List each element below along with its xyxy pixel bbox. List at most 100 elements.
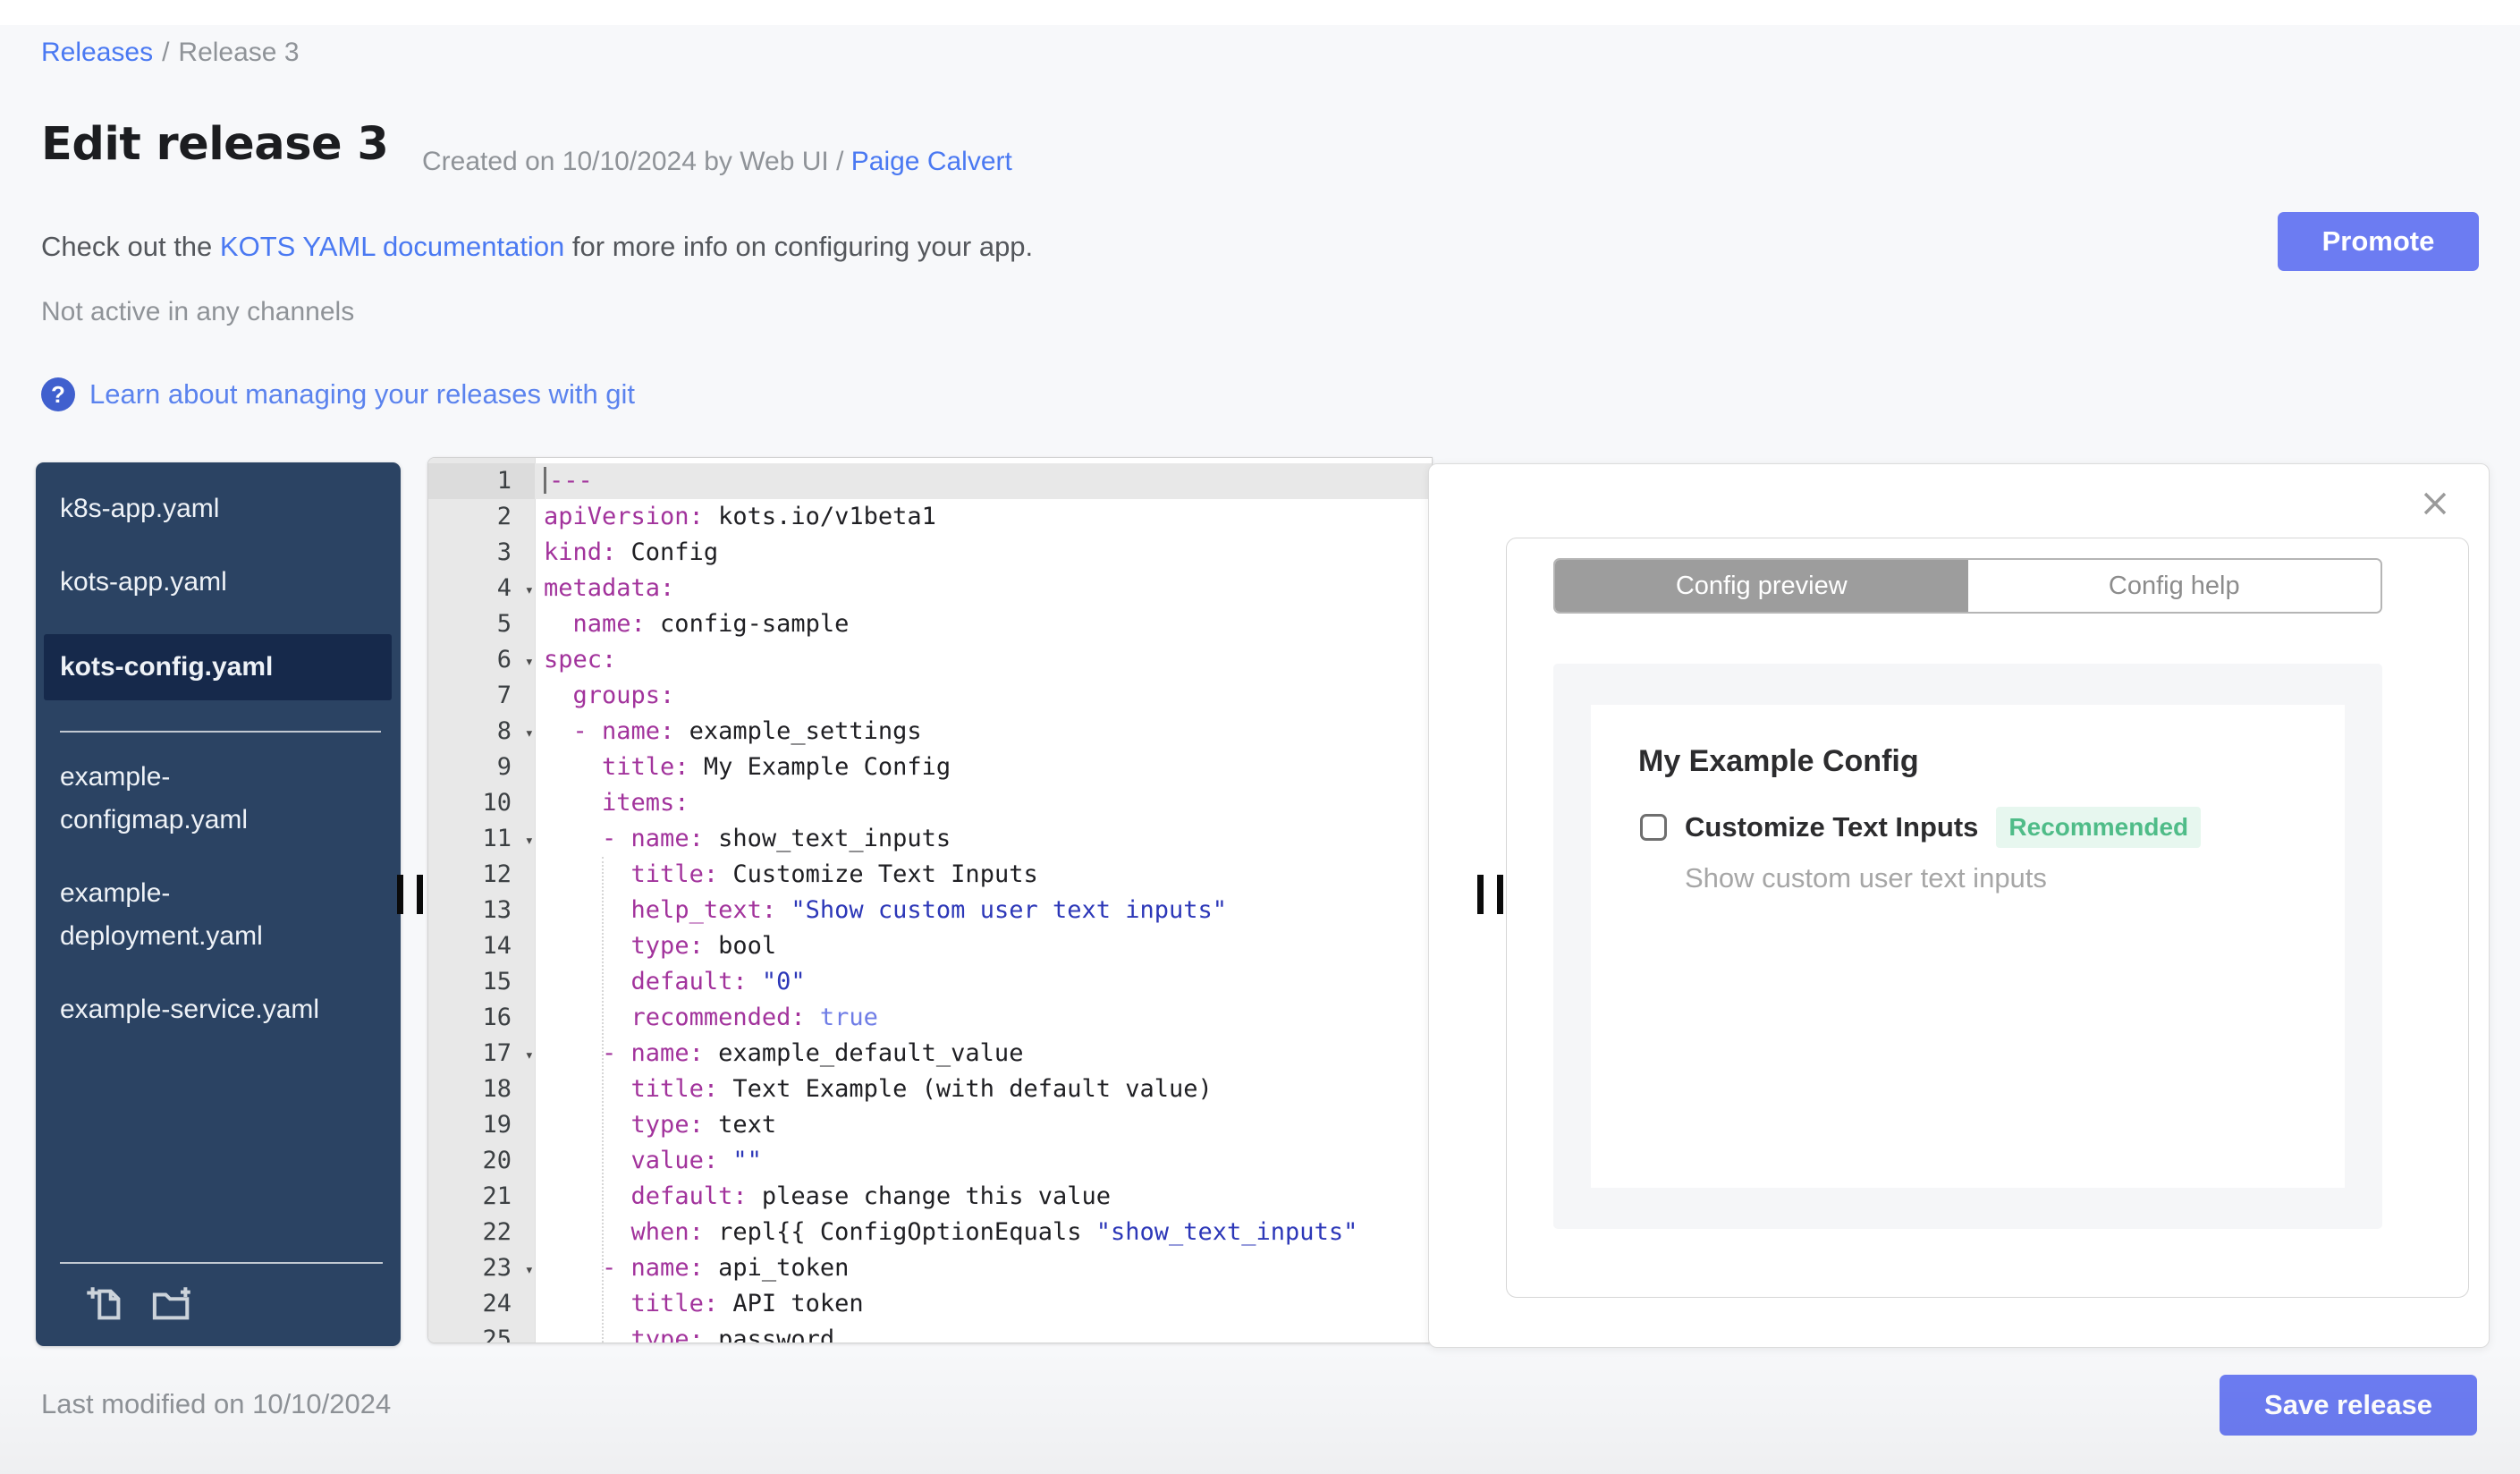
code-text: groups:	[572, 682, 675, 709]
line-number: 14	[482, 932, 512, 960]
line-number: 1	[428, 463, 535, 499]
add-folder-icon[interactable]	[149, 1283, 196, 1325]
code-line-13[interactable]: 13 help_text: "Show custom user text inp…	[428, 893, 1432, 928]
page-title: Edit release 3	[41, 118, 389, 171]
code-line-5[interactable]: 5 name: config-sample	[428, 606, 1432, 642]
code-line-17[interactable]: 17 ▾ - name: example_default_value	[428, 1036, 1432, 1072]
question-mark-icon[interactable]: ?	[41, 377, 75, 411]
line-number: 22	[482, 1218, 512, 1246]
close-icon[interactable]	[2419, 487, 2451, 520]
code-text: value: ""	[630, 1147, 762, 1174]
code-line-16[interactable]: 16 recommended: true	[428, 1000, 1432, 1036]
code-text: name: config-sample	[572, 610, 850, 638]
created-by-link[interactable]: Paige Calvert	[851, 147, 1012, 176]
doc-prefix: Check out the	[41, 231, 220, 262]
kots-yaml-doc-link[interactable]: KOTS YAML documentation	[220, 231, 564, 262]
file-item-example-service.yaml[interactable]: example-service.yaml	[60, 988, 337, 1031]
doc-suffix: for more info on configuring your app.	[564, 231, 1034, 262]
line-number: 6 ▾	[428, 642, 535, 678]
tab-config-preview[interactable]: Config preview	[1555, 560, 1968, 612]
add-file-icon[interactable]	[85, 1283, 126, 1325]
yaml-code-editor[interactable]: 1 --- 2 apiVersion: kots.io/v1beta1 3 kind: C…	[427, 457, 1433, 1343]
fold-arrow-icon[interactable]: ▾	[525, 644, 534, 680]
line-number: 24	[482, 1290, 512, 1317]
git-releases-link[interactable]: Learn about managing your releases with …	[89, 378, 635, 411]
code-text: metadata:	[544, 574, 675, 602]
tab-config-help[interactable]: Config help	[1967, 560, 2380, 612]
config-group-title: My Example Config	[1638, 744, 1919, 778]
code-line-6[interactable]: 6 ▾ spec:	[428, 642, 1432, 678]
save-release-button[interactable]: Save release	[2220, 1375, 2477, 1436]
fold-arrow-icon[interactable]: ▾	[525, 823, 534, 859]
code-line-14[interactable]: 14 type: bool	[428, 928, 1432, 964]
config-item-row: Customize Text Inputs Recommended	[1640, 807, 2202, 848]
breadcrumb-releases-link[interactable]: Releases	[41, 38, 153, 67]
code-line-25[interactable]: 25 type: password	[428, 1322, 1432, 1343]
code-text: type: password	[630, 1326, 835, 1343]
code-line-11[interactable]: 11 ▾ - name: show_text_inputs	[428, 821, 1432, 857]
code-line-21[interactable]: 21 default: please change this value	[428, 1179, 1432, 1215]
file-item-kots-app.yaml[interactable]: kots-app.yaml	[60, 561, 337, 604]
code-line-2[interactable]: 2 apiVersion: kots.io/v1beta1	[428, 499, 1432, 535]
code-text: - name: api_token	[602, 1254, 850, 1282]
fold-arrow-icon[interactable]: ▾	[525, 572, 534, 608]
fold-arrow-icon[interactable]: ▾	[525, 1038, 534, 1073]
config-item-checkbox[interactable]	[1640, 814, 1667, 841]
line-number: 23 ▾	[428, 1250, 535, 1286]
code-text: help_text: "Show custom user text inputs…	[630, 896, 1228, 924]
code-line-8[interactable]: 8 ▾ - name: example_settings	[428, 714, 1432, 750]
fold-arrow-icon[interactable]: ▾	[525, 1252, 534, 1288]
code-text: - name: example_settings	[572, 717, 922, 745]
line-number: 3	[496, 538, 512, 566]
breadcrumb-current: Release 3	[178, 38, 300, 67]
line-number: 20	[482, 1147, 512, 1174]
right-resize-handle[interactable]	[1477, 875, 1511, 914]
code-line-20[interactable]: 20 value: ""	[428, 1143, 1432, 1179]
code-line-23[interactable]: 23 ▾ - name: api_token	[428, 1250, 1432, 1286]
promote-button[interactable]: Promote	[2278, 212, 2479, 271]
code-text: default: "0"	[630, 968, 806, 995]
preview-gray-area: My Example Config Customize Text Inputs …	[1553, 664, 2382, 1229]
code-line-19[interactable]: 19 type: text	[428, 1107, 1432, 1143]
line-number: 4 ▾	[428, 571, 535, 606]
code-line-9[interactable]: 9 title: My Example Config	[428, 750, 1432, 785]
code-line-15[interactable]: 15 default: "0"	[428, 964, 1432, 1000]
fold-arrow-icon[interactable]: ▾	[525, 716, 534, 751]
code-line-24[interactable]: 24 title: API token	[428, 1286, 1432, 1322]
code-line-22[interactable]: 22 when: repl{{ ConfigOptionEquals "show…	[428, 1215, 1432, 1250]
code-text: title: Text Example (with default value)	[630, 1075, 1213, 1103]
line-number: 21	[482, 1182, 512, 1210]
file-sidebar: k8s-app.yaml kots-app.yaml kots-config.yam…	[36, 462, 401, 1346]
code-line-10[interactable]: 10 items:	[428, 785, 1432, 821]
recommended-badge: Recommended	[1996, 807, 2202, 848]
sidebar-divider	[60, 731, 381, 733]
code-text: default: please change this value	[630, 1182, 1111, 1210]
file-item-example-configmap.yaml[interactable]: example-configmap.yaml	[60, 756, 337, 842]
preview-card: Config preview Config help My Example Co…	[1506, 538, 2469, 1298]
doc-line: Check out the KOTS YAML documentation fo…	[41, 231, 1033, 263]
code-text: - name: example_default_value	[602, 1039, 1024, 1067]
code-text: ---	[535, 463, 593, 499]
code-line-3[interactable]: 3 kind: Config	[428, 535, 1432, 571]
left-resize-handle[interactable]	[397, 875, 431, 914]
line-number: 13	[482, 896, 512, 924]
code-line-4[interactable]: 4 ▾ metadata:	[428, 571, 1432, 606]
file-item-kots-config.yaml[interactable]: kots-config.yaml	[44, 634, 392, 700]
config-card: My Example Config Customize Text Inputs …	[1591, 705, 2345, 1188]
code-text: title: API token	[630, 1290, 864, 1317]
line-number: 19	[482, 1111, 512, 1139]
created-text: Created on 10/10/2024 by Web UI /	[422, 147, 851, 176]
line-number: 9	[496, 753, 512, 781]
code-line-18[interactable]: 18 title: Text Example (with default val…	[428, 1072, 1432, 1107]
breadcrumb: Releases / Release 3	[41, 38, 300, 68]
code-text: spec:	[544, 646, 617, 673]
line-number: 5	[496, 610, 512, 638]
line-number: 18	[482, 1075, 512, 1103]
code-line-1[interactable]: 1 ---	[428, 463, 1432, 499]
line-number: 11 ▾	[428, 821, 535, 857]
file-item-example-deployment.yaml[interactable]: example-deployment.yaml	[60, 872, 337, 958]
line-number: 25	[482, 1326, 512, 1343]
file-item-k8s-app.yaml[interactable]: k8s-app.yaml	[60, 487, 337, 530]
code-line-12[interactable]: 12 title: Customize Text Inputs	[428, 857, 1432, 893]
code-line-7[interactable]: 7 groups:	[428, 678, 1432, 714]
